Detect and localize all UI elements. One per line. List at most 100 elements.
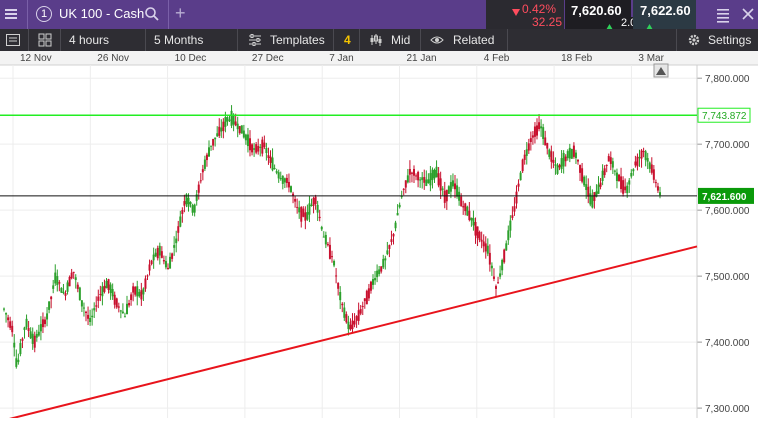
candle-body xyxy=(253,148,256,150)
candle-body xyxy=(234,121,237,126)
candle-body xyxy=(581,168,584,182)
candle-body xyxy=(91,315,94,318)
candle-body xyxy=(648,162,651,169)
candle-body xyxy=(636,156,639,167)
price-chart[interactable]: 12 Nov 26 Nov 10 Dec 27 Dec 7 Jan 21 Jan 4 Feb… xyxy=(0,51,758,421)
gear-icon[interactable] xyxy=(687,33,701,47)
candle-body xyxy=(562,152,565,167)
search-icon[interactable] xyxy=(144,6,160,22)
templates-button[interactable]: Templates xyxy=(270,29,325,51)
candle-body xyxy=(382,258,385,268)
candle-body xyxy=(318,216,321,219)
candle-body xyxy=(62,291,65,294)
candle-body xyxy=(464,203,467,212)
candle-body xyxy=(285,177,288,183)
candle-body xyxy=(169,256,172,269)
candle-body xyxy=(593,192,596,201)
candle-body xyxy=(99,293,102,295)
eye-icon[interactable] xyxy=(430,34,444,46)
settings-button[interactable]: Settings xyxy=(708,29,751,51)
candle-body xyxy=(97,296,100,301)
candle-body xyxy=(316,204,319,213)
x-tick-label: 4 Feb xyxy=(484,53,510,64)
candle-body xyxy=(507,230,510,241)
candle-body xyxy=(35,333,38,338)
candle-body xyxy=(117,306,120,308)
window-menu-icon[interactable] xyxy=(4,7,18,21)
candle-body xyxy=(111,288,114,297)
layout-grid-icon[interactable] xyxy=(38,33,52,47)
buy-button[interactable]: 7,622.60 xyxy=(633,0,696,30)
candle-body xyxy=(351,320,354,329)
candle-body xyxy=(281,175,284,184)
up-arrow-icon xyxy=(606,19,613,30)
candle-body xyxy=(388,245,391,249)
candle-body xyxy=(267,155,270,158)
candle-body xyxy=(76,284,79,289)
candle-body xyxy=(365,290,368,305)
candle-body xyxy=(29,331,32,339)
candle-body xyxy=(39,324,42,332)
price-type-select[interactable]: Mid xyxy=(391,29,410,51)
candle-body xyxy=(179,216,182,227)
interval-select[interactable]: 4 hours xyxy=(69,29,109,51)
candle-body xyxy=(550,151,553,162)
candle-body xyxy=(607,156,610,162)
range-select[interactable]: 5 Months xyxy=(154,29,203,51)
scroll-home-button[interactable] xyxy=(653,63,669,78)
candle-body xyxy=(132,286,135,293)
candle-body xyxy=(509,220,512,231)
candle-body xyxy=(611,161,614,168)
candle-body xyxy=(501,259,504,271)
candle-body xyxy=(226,117,229,122)
candle-body xyxy=(298,207,301,213)
candle-body xyxy=(548,149,551,157)
related-button[interactable]: Related xyxy=(453,29,494,51)
divider xyxy=(145,29,146,51)
candle-body xyxy=(443,190,446,203)
candle-body xyxy=(44,319,46,325)
candle-body xyxy=(13,342,16,348)
y-tick-label: 7,600.000 xyxy=(705,206,750,217)
candle-body xyxy=(423,177,426,183)
candle-body xyxy=(372,279,374,285)
candle-body xyxy=(331,256,333,258)
candle-body xyxy=(410,172,413,174)
buy-price: 7,622.60 xyxy=(640,3,691,18)
candle-body xyxy=(353,320,356,325)
candle-body xyxy=(246,134,249,147)
candle-body xyxy=(398,204,401,208)
candle-body xyxy=(394,222,397,229)
candle-body xyxy=(474,221,477,236)
candle-body xyxy=(601,170,604,182)
candle-body xyxy=(72,271,75,273)
candle-body xyxy=(552,159,555,164)
candle-body xyxy=(195,194,198,201)
candle-body xyxy=(490,265,493,269)
close-icon[interactable] xyxy=(742,8,754,20)
candle-body xyxy=(478,231,481,240)
candle-body xyxy=(171,253,174,259)
instrument-tab[interactable]: 1 UK 100 - Cash xyxy=(28,0,168,29)
candle-body xyxy=(37,331,40,336)
candle-body xyxy=(140,290,143,300)
candle-body xyxy=(605,164,608,167)
add-tab-button[interactable]: + xyxy=(175,3,186,24)
candle-body xyxy=(482,241,485,247)
chart-canvas[interactable]: 12 Nov 26 Nov 10 Dec 27 Dec 7 Jan 21 Jan 4 Feb… xyxy=(0,51,758,421)
candle-body xyxy=(64,292,67,296)
candle-body xyxy=(290,186,292,193)
candle-body xyxy=(218,126,221,136)
candle-body xyxy=(556,165,559,174)
candle-body xyxy=(85,311,87,313)
y-tick-label: 7,300.000 xyxy=(705,404,750,415)
candle-body xyxy=(613,170,616,172)
candle-body xyxy=(19,343,22,355)
candle-body xyxy=(402,188,405,190)
sidebar-toggle-icon[interactable] xyxy=(6,33,20,47)
candle-body xyxy=(345,314,348,323)
candle-body xyxy=(216,133,219,137)
candlestick-icon[interactable] xyxy=(369,33,383,47)
templates-icon[interactable] xyxy=(248,33,262,47)
deal-ticket-icon[interactable] xyxy=(716,7,730,23)
